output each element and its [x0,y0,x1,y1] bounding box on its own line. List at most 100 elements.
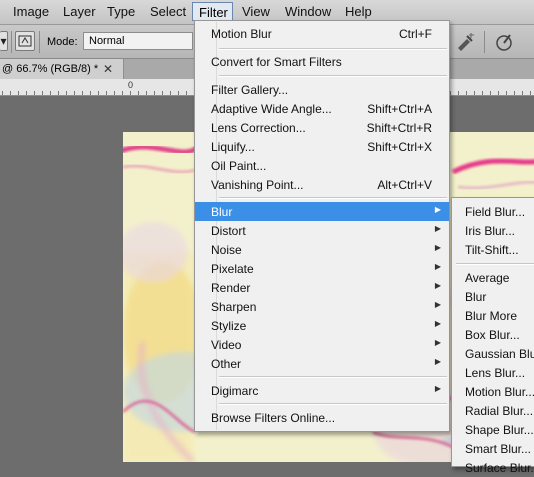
ruler-tick [106,91,107,95]
menu-item-label: Blur [211,205,233,219]
ruler-tick [2,91,3,95]
menu-item-label: Motion Blur [211,27,272,41]
submenu-arrow-icon: ▶ [434,205,441,214]
menu-item-oil-paint[interactable]: Oil Paint... [195,156,449,175]
airbrush-icon[interactable] [455,32,475,52]
menu-item-vanishing-point[interactable]: Vanishing Point... Alt+Ctrl+V [195,175,449,194]
menu-item-gaussian-blur[interactable]: Gaussian Blur... [452,344,534,363]
submenu-arrow-icon: ▶ [434,243,441,252]
menu-item-iris-blur[interactable]: Iris Blur... [452,221,534,240]
menu-divider [456,263,534,265]
menu-help[interactable]: Help [345,4,372,19]
ruler-tick [34,91,35,95]
menu-item-adaptive-wide-angle[interactable]: Adaptive Wide Angle... Shift+Ctrl+A [195,99,449,118]
menu-item-shape-blur[interactable]: Shape Blur... [452,420,534,439]
menu-item-shortcut: Shift+Ctrl+A [367,102,432,116]
menu-item-box-blur[interactable]: Box Blur... [452,325,534,344]
menu-item-label: Box Blur... [465,328,520,342]
ruler-tick [522,91,523,95]
mode-select[interactable]: Normal [83,32,193,50]
ruler-tick [50,91,51,95]
close-icon[interactable]: ✕ [103,62,113,76]
menu-item-shortcut: Ctrl+F [399,27,432,41]
menu-item-filter-gallery[interactable]: Filter Gallery... [195,80,449,99]
menu-view[interactable]: View [242,4,270,19]
menu-item-video[interactable]: Video ▶ [195,335,449,354]
ruler-zero-label: 0 [128,80,134,90]
ruler-tick [18,91,19,95]
menu-layer[interactable]: Layer [63,4,96,19]
document-tab[interactable]: @ 66.7% (RGB/8) * ✕ [0,59,124,79]
menu-item-blur[interactable]: Blur ▶ [195,202,449,221]
menu-item-browse-filters-online[interactable]: Browse Filters Online... [195,408,449,427]
menu-item-last-filter[interactable]: Motion Blur Ctrl+F [195,24,449,43]
menu-item-sharpen[interactable]: Sharpen ▶ [195,297,449,316]
menu-item-shortcut: Alt+Ctrl+V [377,178,432,192]
menu-type[interactable]: Type [107,4,135,19]
ruler-tick [122,91,123,95]
menu-item-field-blur[interactable]: Field Blur... [452,202,534,221]
ruler-tick [466,91,467,95]
menu-item-label: Radial Blur... [465,404,534,418]
menu-item-label: Field Blur... [465,205,526,219]
ruler-tick [186,91,187,95]
ruler-tick [98,91,99,95]
menu-item-noise[interactable]: Noise ▶ [195,240,449,259]
ruler-tick [130,91,131,95]
menu-item-blur[interactable]: Blur [452,287,534,306]
menu-item-label: Iris Blur... [465,224,516,238]
ruler-tick [90,91,91,95]
menu-filter-label: Filter [199,5,228,20]
menu-divider [219,197,447,199]
menu-item-label: Vanishing Point... [211,178,304,192]
menu-item-average[interactable]: Average [452,268,534,287]
menu-item-surface-blur[interactable]: Surface Blur... [452,458,534,477]
ruler-tick [530,91,531,95]
menu-select[interactable]: Select [150,4,186,19]
menu-item-lens-correction[interactable]: Lens Correction... Shift+Ctrl+R [195,118,449,137]
menu-item-convert-smart-filters[interactable]: Convert for Smart Filters [195,52,449,71]
menu-divider [219,376,447,378]
ruler-tick [490,91,491,95]
menu-item-lens-blur[interactable]: Lens Blur... [452,363,534,382]
submenu-arrow-icon: ▶ [434,281,441,290]
menu-window[interactable]: Window [285,4,331,19]
menu-item-label: Surface Blur... [465,461,534,475]
tool-preset-icon[interactable]: ▾ [0,31,8,51]
menu-item-liquify[interactable]: Liquify... Shift+Ctrl+X [195,137,449,156]
menu-item-label: Render [211,281,251,295]
ruler-tick [474,91,475,95]
menu-item-label: Digimarc [211,384,259,398]
menu-item-smart-blur[interactable]: Smart Blur... [452,439,534,458]
menu-item-label: Tilt-Shift... [465,243,519,257]
menu-item-digimarc[interactable]: Digimarc ▶ [195,381,449,400]
menu-filter[interactable]: Filter [192,2,233,21]
menu-item-label: Noise [211,243,242,257]
menu-item-blur-more[interactable]: Blur More [452,306,534,325]
menu-divider [219,48,447,50]
menu-item-label: Distort [211,224,246,238]
menu-item-label: Blur More [465,309,518,323]
menu-image[interactable]: Image [13,4,49,19]
menu-item-distort[interactable]: Distort ▶ [195,221,449,240]
ruler-tick [458,91,459,95]
menu-item-label: Stylize [211,319,247,333]
ruler-tick [146,91,147,95]
menu-item-tilt-shift[interactable]: Tilt-Shift... [452,240,534,259]
menu-item-render[interactable]: Render ▶ [195,278,449,297]
menu-item-label: Browse Filters Online... [211,411,336,425]
ruler-tick [482,91,483,95]
brush-preset-icon[interactable] [15,31,35,51]
ruler-tick [154,91,155,95]
submenu-arrow-icon: ▶ [434,262,441,271]
menu-item-pixelate[interactable]: Pixelate ▶ [195,259,449,278]
ruler-tick [66,91,67,95]
menu-item-other[interactable]: Other ▶ [195,354,449,373]
menu-item-radial-blur[interactable]: Radial Blur... [452,401,534,420]
menu-item-stylize[interactable]: Stylize ▶ [195,316,449,335]
menu-item-label: Shape Blur... [465,423,534,437]
submenu-arrow-icon: ▶ [434,384,441,393]
pressure-icon[interactable] [494,32,514,52]
ruler-tick [58,91,59,95]
menu-item-motion-blur[interactable]: Motion Blur... [452,382,534,401]
